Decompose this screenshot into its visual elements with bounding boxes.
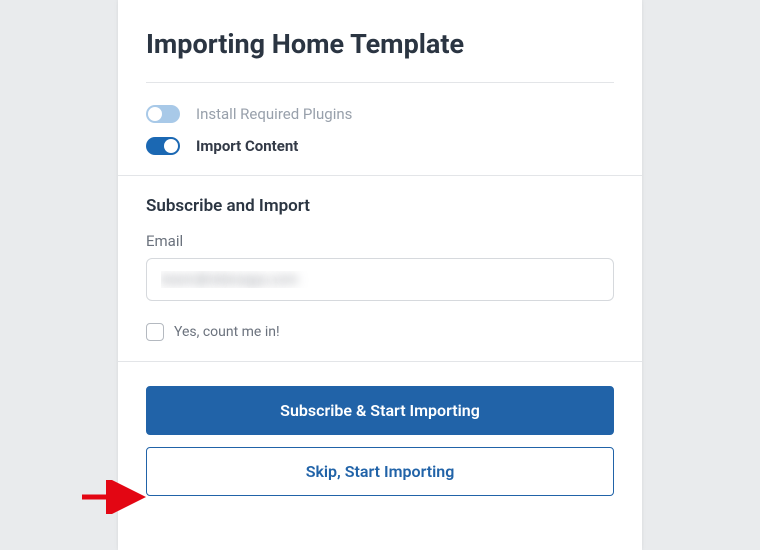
action-section: Subscribe & Start Importing Skip, Start … — [118, 362, 642, 532]
toggle-label-content: Import Content — [196, 137, 298, 155]
toggle-content[interactable] — [146, 137, 180, 155]
toggle-label-plugins: Install Required Plugins — [196, 105, 352, 123]
skip-import-button[interactable]: Skip, Start Importing — [146, 447, 614, 496]
email-label: Email — [146, 232, 614, 250]
subscribe-section: Subscribe and Import Email Yes, count me… — [118, 176, 642, 362]
optin-row[interactable]: Yes, count me in! — [146, 323, 614, 341]
import-panel: Importing Home Template Install Required… — [118, 0, 642, 550]
toggle-plugins[interactable] — [146, 105, 180, 123]
subscribe-heading: Subscribe and Import — [146, 196, 614, 216]
optin-label: Yes, count me in! — [174, 324, 280, 340]
toggle-row-content: Import Content — [146, 137, 614, 155]
page-title: Importing Home Template — [146, 20, 614, 60]
email-field[interactable] — [146, 258, 614, 301]
toggle-knob — [148, 107, 162, 121]
header-section: Importing Home Template Install Required… — [118, 0, 642, 176]
toggle-row-plugins: Install Required Plugins — [146, 105, 614, 123]
subscribe-import-button[interactable]: Subscribe & Start Importing — [146, 386, 614, 435]
divider — [146, 82, 614, 83]
toggle-knob — [164, 139, 178, 153]
optin-checkbox[interactable] — [146, 323, 164, 341]
